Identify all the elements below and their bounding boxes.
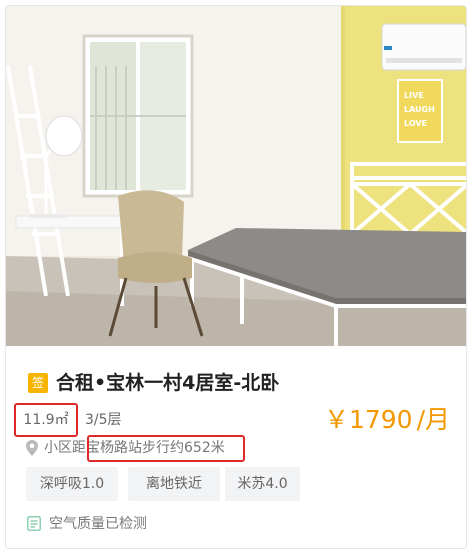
area-label: 11.9㎡ [14,403,78,437]
signed-badge: 签 [28,373,48,393]
tag-deep-breath: 深呼吸1.0 [26,467,118,501]
location-prefix: 小区距 [44,440,86,456]
listing-title[interactable]: 合租•宝林一村4居室-北卧 [56,370,279,396]
air-quality-label: 空气质量已检测 [49,516,147,532]
poster-line-3: LOVE [404,119,427,128]
location-pin-icon [26,440,38,456]
poster-line-2: LAUGH [404,105,435,114]
room-photo[interactable]: LIVE LAUGH LOVE [6,6,466,346]
poster-line-1: LIVE [404,91,424,100]
tag-misu: 米苏4.0 [225,467,300,501]
listing-card[interactable]: LIVE LAUGH LOVE 签 合租•宝林一村4居室-北卧 11.9㎡ 3/… [5,5,467,549]
price: ￥1790/月 [320,402,450,438]
tag-near-subway: 离地铁近 [128,467,220,501]
room-photo-illustration: LIVE LAUGH LOVE [6,6,466,346]
floor-label: 3/5层 [85,412,122,428]
location-highlight-box [87,435,245,462]
price-amount: ￥1790 [323,405,413,434]
price-unit: /月 [416,405,450,434]
listing-info: 签 合租•宝林一村4居室-北卧 11.9㎡ 3/5层 ￥1790/月 小区距宝杨… [6,346,466,548]
air-quality-icon [27,516,41,531]
